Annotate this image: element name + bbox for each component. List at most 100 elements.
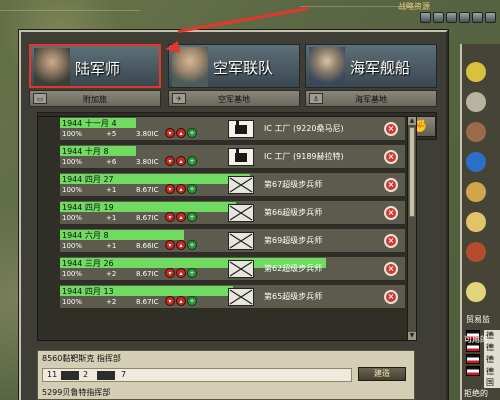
infantry-icon	[228, 204, 254, 222]
ic-cost: 3.80IC	[136, 130, 159, 138]
tab-land-divisions[interactable]: 陆军师	[29, 44, 161, 88]
move-top-icon[interactable]: ▴	[176, 268, 186, 278]
cancel-icon[interactable]: ×	[384, 122, 398, 136]
top-status-strip: 战略资源	[380, 0, 500, 30]
trade-available-label: 可用的	[464, 335, 488, 344]
queue-scrollbar[interactable]: ▲ ▼	[407, 116, 417, 341]
move-top-icon[interactable]: ▴	[176, 296, 186, 306]
completion-date: 1944 四月 13	[62, 287, 114, 296]
manpower-icon	[466, 282, 486, 302]
ic-cost: 8.66IC	[136, 242, 159, 250]
cancel-icon[interactable]: ×	[384, 206, 398, 220]
tab-air-wings[interactable]: 空军联队	[168, 44, 300, 88]
item-name: 第66超级步兵师	[264, 208, 323, 217]
resource-icon[interactable]	[420, 12, 431, 23]
add-icon[interactable]: +	[187, 184, 197, 194]
tab-navy-ships[interactable]: 海军舰船	[305, 44, 437, 88]
move-top-icon[interactable]: ▴	[176, 240, 186, 250]
cancel-icon[interactable]: ×	[384, 178, 398, 192]
queue-row[interactable]: 1944 四月 19 100% +1 8.67IC ▾ ▴ + 第66超级步兵师…	[60, 201, 405, 225]
unit-count: 2	[83, 370, 89, 379]
scroll-up-icon[interactable]: ▲	[408, 117, 416, 125]
build-button[interactable]: 建造	[358, 367, 406, 381]
subtab-label: 附加旅	[83, 95, 107, 104]
cancel-icon[interactable]: ×	[384, 290, 398, 304]
scroll-thumb[interactable]	[409, 127, 415, 217]
subtab-naval-base[interactable]: ⚓ 海军基地	[305, 90, 437, 107]
ic-cost: 3.80IC	[136, 158, 159, 166]
cancel-icon[interactable]: ×	[384, 234, 398, 248]
cancel-icon[interactable]: ×	[384, 150, 398, 164]
item-name: IC 工厂 (9220桑马尼)	[264, 124, 344, 133]
resource-icon[interactable]	[433, 12, 444, 23]
queue-count: +1	[106, 242, 117, 250]
resource-icon[interactable]	[472, 12, 483, 23]
move-down-icon[interactable]: ▾	[165, 128, 175, 138]
ic-cost: 8.67IC	[136, 214, 159, 222]
queue-row[interactable]: 1944 十一月 4 100% +5 3.80IC ▾ ▴ + IC 工厂 (9…	[60, 117, 405, 141]
ic-cost: 8.67IC	[136, 298, 159, 306]
completion-date: 1944 六月 8	[62, 231, 109, 240]
queue-count: +6	[106, 158, 117, 166]
resource-icon[interactable]	[446, 12, 457, 23]
add-icon[interactable]: +	[187, 240, 197, 250]
hq-row[interactable]: 5299贝鲁特指挥部	[38, 385, 414, 400]
resource-icon[interactable]	[485, 12, 496, 23]
supplies-icon	[466, 182, 486, 202]
queue-row[interactable]: 1944 六月 8 100% +1 8.66IC ▾ ▴ + 第69超级步兵师 …	[60, 229, 405, 253]
ic-cost: 8.67IC	[136, 270, 159, 278]
move-down-icon[interactable]: ▾	[165, 240, 175, 250]
move-down-icon[interactable]: ▾	[165, 184, 175, 194]
move-top-icon[interactable]: ▴	[176, 156, 186, 166]
tab-label: 空军联队	[213, 59, 274, 77]
add-icon[interactable]: +	[187, 212, 197, 222]
unit-count: 11	[47, 370, 58, 379]
infantry-icon	[228, 260, 254, 278]
add-icon[interactable]: +	[187, 156, 197, 166]
subtab-brigades[interactable]: ▭ 附加旅	[29, 90, 161, 107]
move-down-icon[interactable]: ▾	[165, 156, 175, 166]
resource-icon[interactable]	[459, 12, 470, 23]
priority-percent: 100%	[62, 158, 83, 166]
item-name: IC 工厂 (9189赫拉特)	[264, 152, 344, 161]
queue-row[interactable]: 1944 十月 8 100% +6 3.80IC ▾ ▴ + IC 工厂 (91…	[60, 145, 405, 169]
queue-count: +1	[106, 214, 117, 222]
move-top-icon[interactable]: ▴	[176, 128, 186, 138]
move-down-icon[interactable]: ▾	[165, 212, 175, 222]
infantry-icon	[228, 288, 254, 306]
queue-row[interactable]: 1944 三月 26 100% +2 8.67IC ▾ ▴ + 第62超级步兵师…	[60, 257, 405, 281]
add-icon[interactable]: +	[187, 268, 197, 278]
hq-row[interactable]: 8560黏靶斯克 指挥部	[38, 351, 414, 366]
add-icon[interactable]: +	[187, 296, 197, 306]
tab-label: 海军舰船	[350, 59, 411, 77]
annotation-arrow-head	[164, 40, 180, 56]
infantry-icon	[228, 232, 254, 250]
hq-name: 5299贝鲁特指挥部	[42, 388, 111, 397]
money-icon	[466, 212, 486, 232]
queue-count: +2	[106, 270, 117, 278]
fuel-icon	[466, 242, 486, 262]
unit-count: 7	[121, 370, 127, 379]
move-down-icon[interactable]: ▾	[165, 268, 175, 278]
priority-percent: 100%	[62, 186, 83, 194]
deployment-list: 8560黏靶斯克 指挥部 11 2 7 建造 5299贝鲁特指挥部	[37, 350, 415, 400]
cancel-icon[interactable]: ×	[384, 262, 398, 276]
queue-row[interactable]: 1944 四月 27 100% +1 8.67IC ▾ ▴ + 第67超级步兵师…	[60, 173, 405, 197]
germany-flag-icon	[466, 366, 480, 376]
move-down-icon[interactable]: ▾	[165, 296, 175, 306]
item-name: 第62超级步兵师	[264, 264, 323, 273]
move-top-icon[interactable]: ▴	[176, 184, 186, 194]
queue-row[interactable]: 1944 四月 13 100% +2 8.67IC ▾ ▴ + 第65超级步兵师…	[60, 285, 405, 309]
priority-percent: 100%	[62, 298, 83, 306]
scroll-down-icon[interactable]: ▼	[408, 332, 416, 340]
move-top-icon[interactable]: ▴	[176, 212, 186, 222]
metal-icon	[466, 92, 486, 112]
energy-icon	[466, 62, 486, 82]
soldier-portrait-icon	[34, 48, 70, 86]
subtab-air-base[interactable]: ✈ 空军基地	[168, 90, 300, 107]
factory-icon	[228, 120, 254, 138]
factory-icon	[228, 148, 254, 166]
queue-count: +2	[106, 298, 117, 306]
rare-materials-icon	[466, 122, 486, 142]
add-icon[interactable]: +	[187, 128, 197, 138]
